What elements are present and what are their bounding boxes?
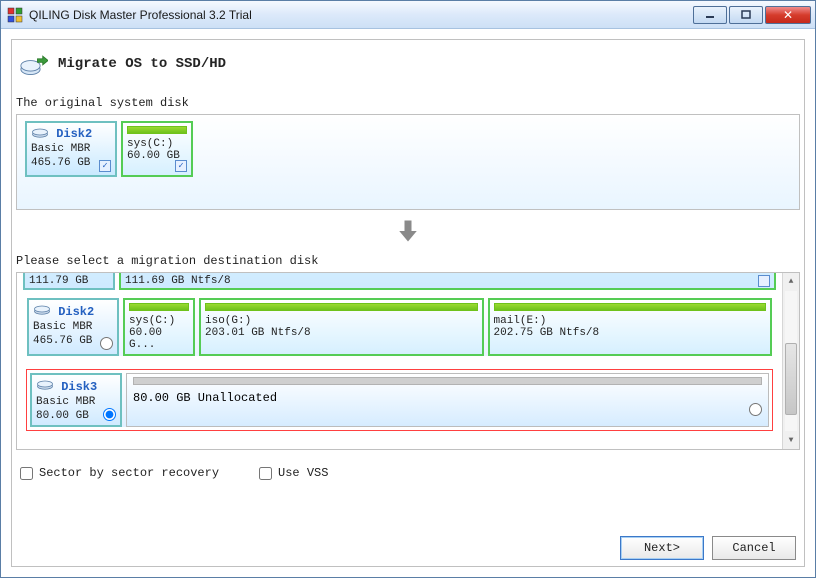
disk3-card[interactable]: Disk3 Basic MBR 80.00 GB xyxy=(30,373,122,427)
disk2-part-sys[interactable]: sys(C:) 60.00 G... xyxy=(123,298,195,356)
disk2-card[interactable]: Disk2 Basic MBR 465.76 GB xyxy=(27,298,119,356)
disk3-unallocated[interactable]: 80.00 GB Unallocated xyxy=(126,373,769,427)
disk-name: Disk3 xyxy=(61,380,97,394)
destination-disk2-block[interactable]: Disk2 Basic MBR 465.76 GB sys(C:) 60.00 … xyxy=(23,294,776,360)
use-vss-option[interactable]: Use VSS xyxy=(259,466,328,480)
cutoff-partition: 111.69 GB Ntfs/8 xyxy=(119,273,776,290)
arrow-down-icon xyxy=(12,210,804,254)
sector-checkbox[interactable] xyxy=(20,467,33,480)
page-header: Migrate OS to SSD/HD xyxy=(12,40,804,96)
destination-label: Please select a migration destination di… xyxy=(12,254,804,272)
disk2-part-iso[interactable]: iso(G:) 203.01 GB Ntfs/8 xyxy=(199,298,484,356)
destination-panel: 111.79 GB 111.69 GB Ntfs/8 Disk2 Basic M… xyxy=(16,272,800,450)
scroll-down-button[interactable]: ▼ xyxy=(783,432,799,449)
titlebar: QILING Disk Master Professional 3.2 Tria… xyxy=(1,1,815,29)
next-button[interactable]: Next> xyxy=(620,536,704,560)
sector-by-sector-option[interactable]: Sector by sector recovery xyxy=(20,466,219,480)
footer-buttons: Next> Cancel xyxy=(620,536,796,560)
app-icon xyxy=(7,7,23,23)
disk2-part-mail[interactable]: mail(E:) 202.75 GB Ntfs/8 xyxy=(488,298,773,356)
source-disk-card[interactable]: Disk2 Basic MBR 465.76 GB ✓ xyxy=(25,121,117,177)
source-partition-card[interactable]: sys(C:) 60.00 GB ✓ xyxy=(121,121,193,177)
cancel-button[interactable]: Cancel xyxy=(712,536,796,560)
partition-name: sys(C:) xyxy=(127,138,187,150)
scroll-up-button[interactable]: ▲ xyxy=(783,273,799,290)
maximize-button[interactable] xyxy=(729,6,763,24)
vss-checkbox[interactable] xyxy=(259,467,272,480)
disk-checkbox[interactable]: ✓ xyxy=(99,160,111,172)
partition-checkbox[interactable]: ✓ xyxy=(175,160,187,172)
destination-disk3-block[interactable]: Disk3 Basic MBR 80.00 GB 80.00 GB Unallo… xyxy=(23,366,776,434)
content-panel: Migrate OS to SSD/HD The original system… xyxy=(11,39,805,567)
disk2-radio[interactable] xyxy=(100,337,113,350)
cutoff-disk-size: 111.79 GB xyxy=(23,273,115,290)
source-panel: Disk2 Basic MBR 465.76 GB ✓ sys(C:) 60.0… xyxy=(16,114,800,210)
disk-name: Disk2 xyxy=(56,127,92,141)
close-button[interactable]: ✕ xyxy=(765,6,811,24)
vertical-scrollbar[interactable]: ▲ ▼ xyxy=(782,273,799,449)
options-row: Sector by sector recovery Use VSS xyxy=(12,450,804,480)
window-title: QILING Disk Master Professional 3.2 Tria… xyxy=(29,8,252,22)
disk-size: 465.76 GB xyxy=(31,157,90,169)
partition-usage-bar xyxy=(127,126,187,134)
disk-row-cutoff: 111.79 GB 111.69 GB Ntfs/8 xyxy=(23,273,776,290)
minimize-button[interactable] xyxy=(693,6,727,24)
disk-name: Disk2 xyxy=(58,305,94,319)
scroll-thumb[interactable] xyxy=(785,343,797,415)
disk-type: Basic MBR xyxy=(31,143,90,155)
disk3-radio[interactable] xyxy=(103,408,116,421)
page-title: Migrate OS to SSD/HD xyxy=(58,56,226,72)
migrate-icon xyxy=(20,50,48,78)
original-disk-label: The original system disk xyxy=(12,96,804,114)
unallocated-radio[interactable] xyxy=(749,403,762,416)
